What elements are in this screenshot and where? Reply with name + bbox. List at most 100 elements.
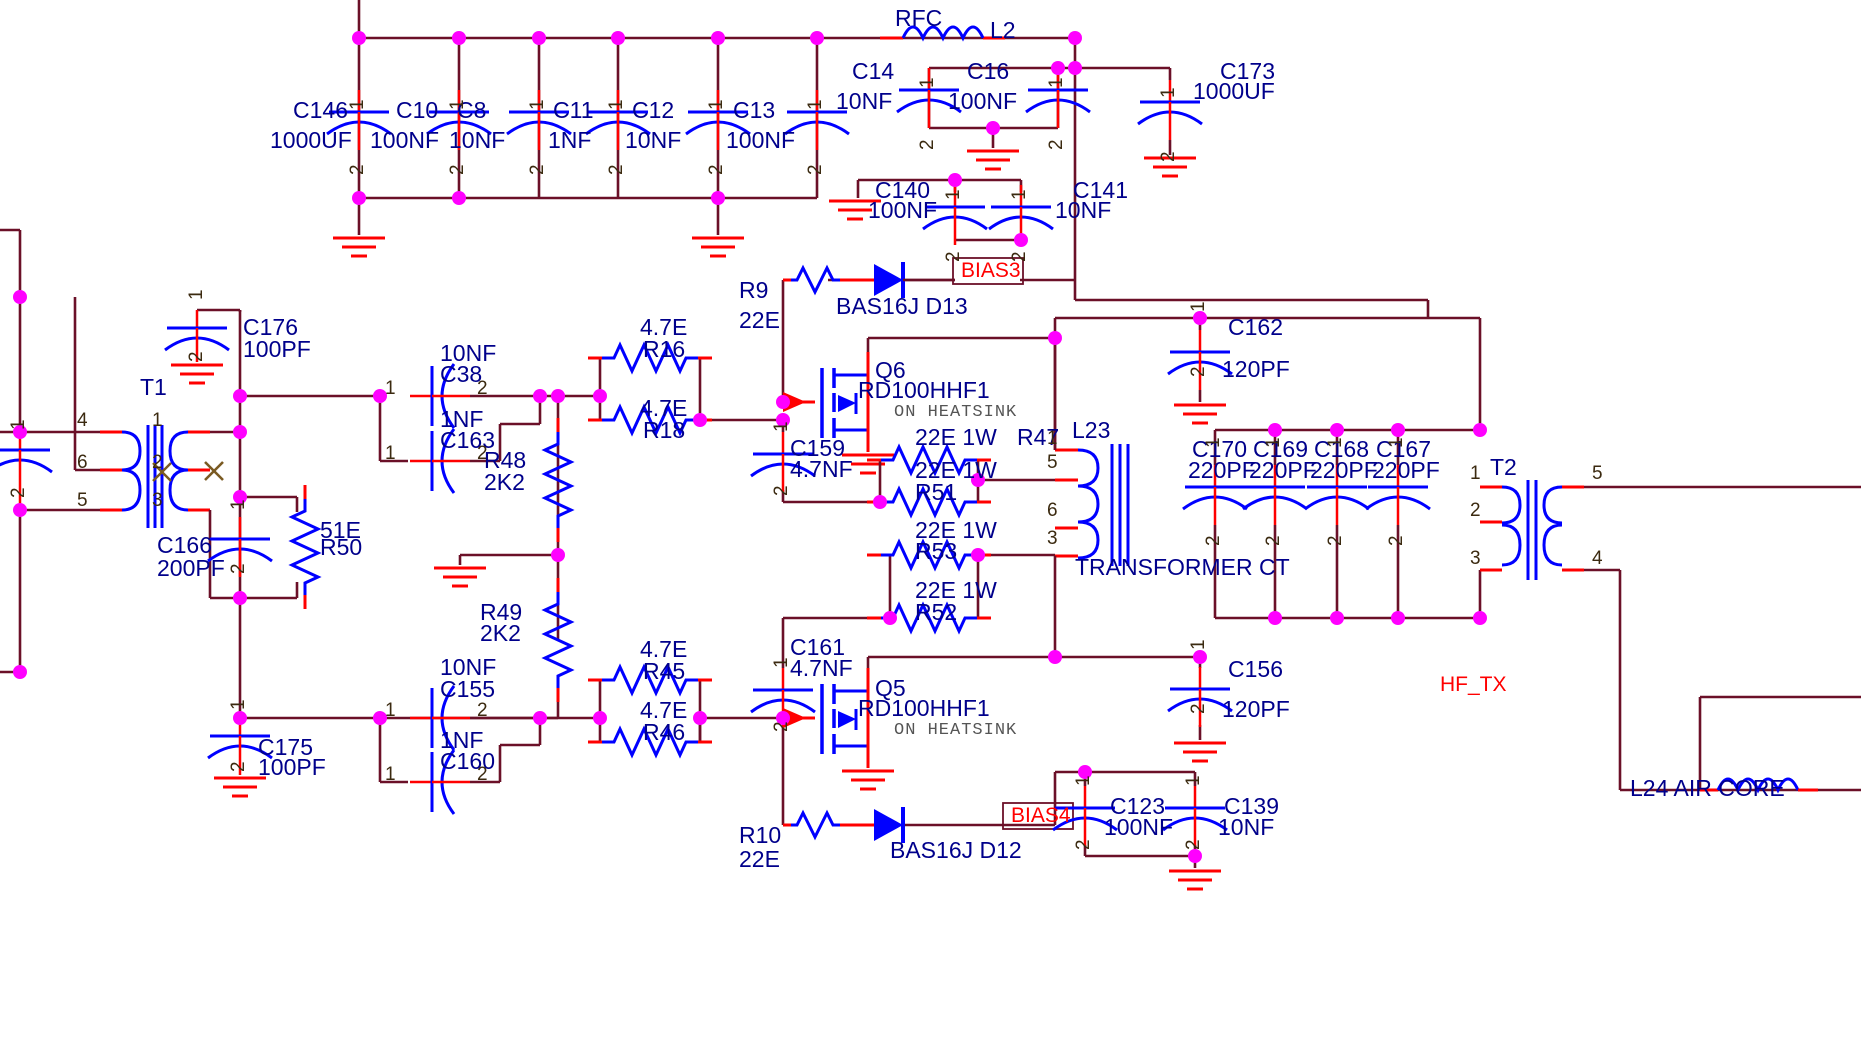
t1-pin-3: 3 — [152, 490, 163, 511]
transistor-q5 — [783, 668, 870, 768]
cap-c170-value: 220PF — [1188, 457, 1256, 483]
cap-c139-value: 10NF — [1218, 814, 1275, 840]
cap-c156-ref: C156 — [1228, 656, 1283, 682]
c159-pin-2: 2 — [771, 485, 792, 496]
c11-pin-2: 2 — [606, 164, 627, 175]
resistor-r45-ref: R45 — [643, 658, 686, 684]
resistor-r10-value: 22E — [739, 846, 780, 872]
c16-pin-1: 1 — [1046, 77, 1067, 88]
transistor-q6-note: ON HEATSINK — [894, 403, 1018, 422]
left-cap-pin-2: 2 — [8, 487, 29, 498]
resistor-r52-ref: R52 — [915, 599, 958, 625]
cap-c168-value: 220PF — [1310, 457, 1378, 483]
c175-pin-2: 2 — [228, 761, 249, 772]
c123-pin-1: 1 — [1073, 775, 1094, 786]
resistor-r48 — [543, 416, 573, 544]
c168-pin-1: 1 — [1325, 437, 1346, 448]
transistor-q6-part: RD100HHF1 — [858, 377, 990, 403]
cap-c10-value: 100NF — [370, 127, 440, 153]
cap-c162-ref: C162 — [1228, 314, 1283, 340]
resistor-r9-ref: R9 — [739, 277, 769, 303]
c10-pin-1: 1 — [447, 99, 468, 110]
c140-pin-1: 1 — [943, 189, 964, 200]
cap-c169-value: 220PF — [1249, 457, 1317, 483]
c139-pin-1: 1 — [1183, 775, 1204, 786]
c167-pin-1: 1 — [1386, 437, 1407, 448]
cap-c11-ref: C11 — [553, 97, 594, 123]
c14-pin-1: 1 — [917, 77, 938, 88]
resistor-r49-value: 2K2 — [480, 620, 521, 646]
c139-pin-2: 2 — [1183, 839, 1204, 850]
c161-pin-2: 2 — [771, 721, 792, 732]
c173-pin-2: 2 — [1158, 151, 1179, 162]
net-label-hf-tx[interactable]: HF_TX — [1440, 673, 1507, 697]
t1-pin-2: 2 — [152, 452, 163, 473]
c167-pin-2: 2 — [1386, 535, 1407, 546]
c159-pin-1: 1 — [771, 421, 792, 432]
cap-c141-value: 10NF — [1055, 197, 1112, 223]
t1-pin-1: 1 — [152, 410, 163, 431]
c176-pin-2: 2 — [186, 351, 207, 362]
transistor-q5-part: RD100HHF1 — [858, 695, 990, 721]
cap-c38-ref: C38 — [440, 361, 483, 387]
resistor-r49 — [543, 576, 573, 704]
c160-pin-1: 1 — [385, 764, 396, 785]
cap-c166-value: 200PF — [157, 555, 225, 581]
cap-c155-ref: C155 — [440, 676, 495, 702]
c162-pin-1: 1 — [1188, 301, 1209, 312]
cap-c8-value: 10NF — [449, 127, 506, 153]
cap-c156-value: 120PF — [1222, 696, 1290, 722]
cap-c167-value: 220PF — [1372, 457, 1440, 483]
c170-pin-1: 1 — [1203, 437, 1224, 448]
c156-pin-1: 1 — [1188, 639, 1209, 650]
resistor-r16-ref: R16 — [643, 336, 686, 362]
c38-pin-2: 2 — [477, 378, 488, 399]
c13-pin-1: 1 — [805, 99, 826, 110]
resistor-r48-value: 2K2 — [484, 469, 525, 495]
resistor-r51-ref: R51 — [915, 479, 958, 505]
transformer-t2-ref: T2 — [1490, 454, 1517, 480]
transformer-t1-ref: T1 — [140, 374, 167, 400]
t2-pin-5: 5 — [1592, 463, 1603, 484]
resistor-r9 — [783, 264, 856, 296]
c13-pin-2: 2 — [805, 164, 826, 175]
left-cap-pin-1: 1 — [8, 419, 29, 430]
cap-c14-ref: C14 — [852, 58, 895, 84]
cap-c12-ref: C12 — [632, 97, 675, 123]
cap-c13-ref: C13 — [733, 97, 776, 123]
c169-pin-2: 2 — [1263, 535, 1284, 546]
cap-c16-ref: C16 — [967, 58, 1010, 84]
cap-c173-value: 1000UF — [1193, 78, 1275, 104]
transformer-t1 — [100, 425, 210, 528]
l23-pin-6: 6 — [1047, 500, 1058, 521]
c8-pin-1: 1 — [527, 99, 548, 110]
c141-pin-1: 1 — [1009, 189, 1030, 200]
c146-pin-2: 2 — [347, 164, 368, 175]
t2-pin-3: 3 — [1470, 548, 1481, 569]
t1-pin-4: 4 — [77, 410, 88, 431]
c140-pin-2: 2 — [943, 251, 964, 262]
cap-c166-ref: C166 — [157, 532, 212, 558]
net-label-bias4[interactable]: BIAS4 — [1011, 804, 1071, 828]
c176-pin-1: 1 — [186, 289, 207, 300]
inductor-l24-ref: L24 AIR CORE — [1630, 775, 1785, 801]
c11-pin-1: 1 — [606, 99, 627, 110]
c160-pin-2: 2 — [477, 764, 488, 785]
c169-pin-1: 1 — [1263, 437, 1284, 448]
t2-pin-1: 1 — [1470, 463, 1481, 484]
resistor-r9-value: 22E — [739, 307, 780, 333]
resistor-r50-ref: R50 — [320, 534, 363, 560]
resistor-r10 — [783, 809, 856, 841]
transformer-l23 — [1055, 444, 1130, 566]
cap-c13-value: 100NF — [726, 127, 796, 153]
c162-pin-2: 2 — [1188, 366, 1209, 377]
c12-pin-1: 1 — [706, 99, 727, 110]
c166-pin-1: 1 — [228, 499, 249, 510]
cap-c161-value: 4.7NF — [790, 655, 853, 681]
c38-pin-1: 1 — [385, 378, 396, 399]
c175-pin-1: 1 — [228, 699, 249, 710]
cap-c176-value: 100PF — [243, 336, 311, 362]
net-label-bias3[interactable]: BIAS3 — [961, 259, 1021, 283]
cap-c162-value: 120PF — [1222, 356, 1290, 382]
inductor-l2-ref: L2 — [990, 17, 1016, 43]
